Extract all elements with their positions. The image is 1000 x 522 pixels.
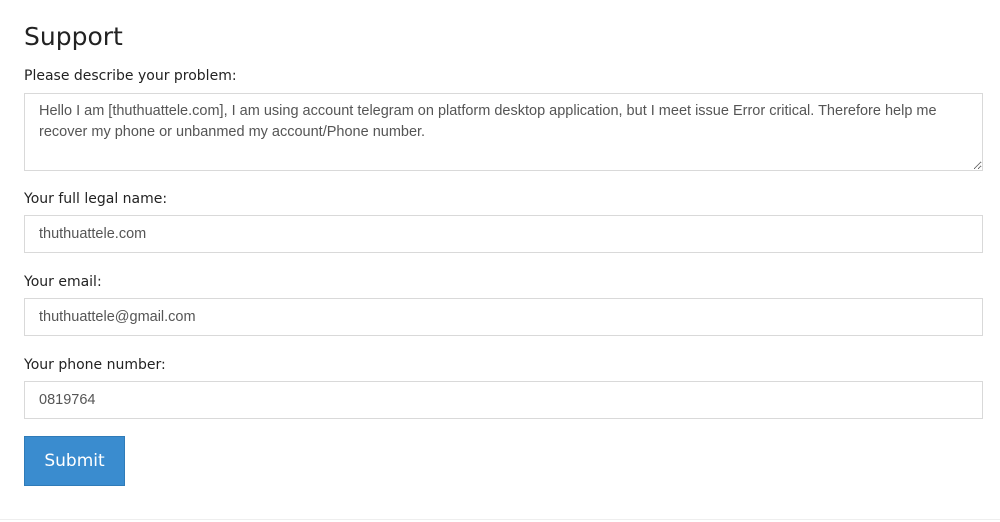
email-input[interactable] [24,298,983,336]
support-page: Support Please describe your problem: He… [0,0,1000,522]
phone-input[interactable] [24,381,983,419]
full-name-input[interactable] [24,215,983,253]
email-label: Your email: [24,274,102,290]
bottom-divider [0,519,1000,520]
page-title: Support [24,22,123,51]
phone-label: Your phone number: [24,357,166,373]
full-name-label: Your full legal name: [24,191,168,207]
problem-label: Please describe your problem: [24,68,237,84]
submit-button[interactable]: Submit [24,436,125,486]
problem-textarea[interactable]: Hello I am [thuthuattele.com], I am usin… [24,93,983,171]
